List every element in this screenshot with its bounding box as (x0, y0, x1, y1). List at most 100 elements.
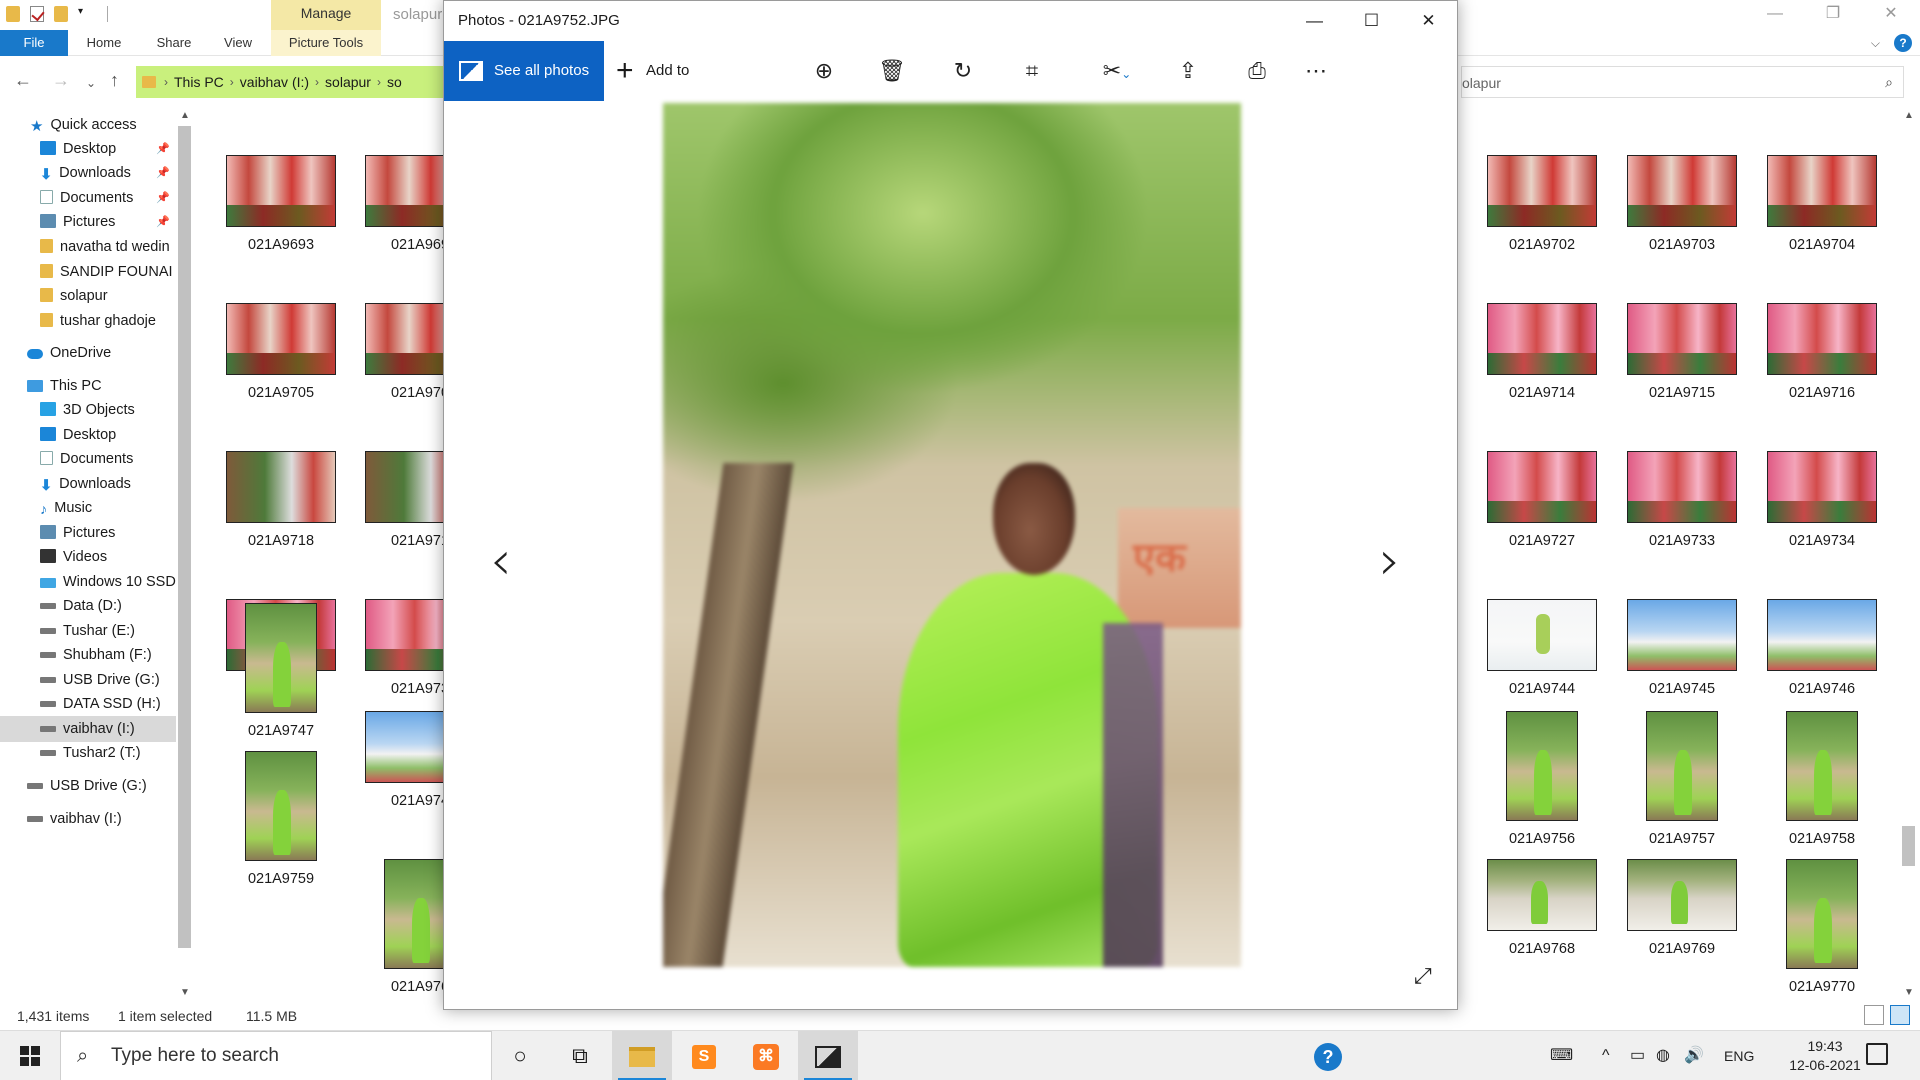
see-all-photos-button[interactable]: See all photos (444, 41, 604, 101)
file-item[interactable]: 021A9734 (1764, 451, 1880, 549)
sidebar-item[interactable]: Windows 10 SSD (0, 569, 176, 595)
sidebar-item[interactable]: DATA SSD (H:) (0, 691, 176, 717)
taskbar-xampp[interactable]: ⌘ (736, 1031, 796, 1080)
taskbar-photos[interactable] (798, 1031, 858, 1080)
file-item[interactable]: 021A9703 (1624, 155, 1740, 253)
breadcrumb-subfolder[interactable]: so (387, 74, 402, 90)
notifications-icon[interactable] (1866, 1043, 1888, 1065)
file-item[interactable]: 021A9745 (1624, 599, 1740, 697)
tab-view[interactable]: View (212, 30, 264, 56)
large-icons-view-icon[interactable] (1890, 1005, 1910, 1025)
sidebar-item[interactable]: 3D Objects (0, 397, 176, 423)
expand-ribbon-icon[interactable]: ⌵ (1871, 36, 1880, 51)
battery-icon[interactable]: ▭ (1630, 1031, 1645, 1080)
scrollbar-thumb[interactable] (1902, 826, 1915, 866)
breadcrumb-drive[interactable]: vaibhav (I:) (240, 74, 309, 90)
clock[interactable]: 19:43 12-06-2021 (1780, 1037, 1870, 1075)
scroll-up-icon[interactable]: ▲ (1904, 110, 1914, 121)
sidebar-item[interactable]: vaibhav (I:) (0, 806, 176, 832)
breadcrumb-solapur[interactable]: solapur (325, 74, 371, 90)
sidebar-item[interactable]: navatha td wedin (0, 234, 176, 260)
sidebar-item[interactable]: Documents (0, 446, 176, 472)
photo-image[interactable]: एक (663, 103, 1241, 967)
more-options-icon[interactable]: ⋯ (1300, 55, 1332, 87)
maximize-button[interactable]: ☐ (1343, 1, 1400, 41)
file-item[interactable]: 021A9727 (1484, 451, 1600, 549)
file-item[interactable]: 021A9769 (1624, 859, 1740, 957)
sidebar-item[interactable]: Desktop 📌 (0, 136, 176, 162)
sidebar-item[interactable]: Tushar2 (T:) (0, 740, 176, 766)
sidebar-item[interactable]: tushar ghadoje (0, 308, 176, 334)
restore-button[interactable]: ❐ (1804, 0, 1862, 30)
minimize-button[interactable]: — (1746, 0, 1804, 30)
sidebar-item[interactable]: Pictures 📌 (0, 209, 176, 235)
keyboard-icon[interactable]: ⌨ (1550, 1031, 1573, 1080)
new-folder-icon[interactable] (54, 6, 68, 22)
scroll-down-icon[interactable]: ▼ (1904, 987, 1914, 998)
chevron-right-icon[interactable]: › (315, 75, 319, 89)
taskbar-sublime-text[interactable]: S (674, 1031, 734, 1080)
tab-share[interactable]: Share (144, 30, 204, 56)
sidebar-item[interactable]: Tushar (E:) (0, 618, 176, 644)
file-item[interactable]: 021A9770 (1764, 859, 1880, 995)
task-view-icon[interactable]: ⧉ (550, 1031, 610, 1080)
show-hidden-icons-icon[interactable]: ^ (1602, 1031, 1610, 1080)
up-icon[interactable]: ↑ (110, 70, 119, 91)
previous-photo-icon[interactable]: ‹ (490, 529, 512, 592)
scroll-up-icon[interactable]: ▲ (180, 110, 190, 121)
sidebar-item[interactable]: Shubham (F:) (0, 642, 176, 668)
file-item[interactable]: 021A9757 (1624, 711, 1740, 847)
sidebar-item[interactable]: Videos (0, 544, 176, 570)
file-item[interactable]: 021A9693 (223, 155, 339, 253)
next-photo-icon[interactable]: › (1379, 529, 1401, 592)
file-item[interactable]: 021A9704 (1764, 155, 1880, 253)
language-indicator[interactable]: ENG (1724, 1031, 1754, 1080)
add-to-button[interactable]: + Add to (616, 41, 689, 101)
content-scrollbar[interactable]: ▲ ▼ (1900, 108, 1917, 1000)
navigation-scrollbar[interactable]: ▲ ▼ (176, 108, 193, 1000)
sidebar-item[interactable]: This PC (0, 373, 176, 399)
tab-file[interactable]: File (0, 30, 68, 56)
file-item[interactable]: 021A9768 (1484, 859, 1600, 957)
breadcrumb-this-pc[interactable]: This PC (174, 74, 224, 90)
sidebar-item[interactable]: ⬇ Downloads (0, 471, 176, 497)
sidebar-item[interactable]: solapur (0, 283, 176, 309)
file-item[interactable]: 021A9744 (1484, 599, 1600, 697)
tab-home[interactable]: Home (72, 30, 136, 56)
chevron-right-icon[interactable]: › (377, 75, 381, 89)
properties-icon[interactable] (30, 6, 44, 22)
chevron-right-icon[interactable]: › (164, 75, 168, 89)
sidebar-item[interactable]: Data (D:) (0, 593, 176, 619)
get-help-icon[interactable]: ? (1314, 1043, 1342, 1071)
tab-picture-tools[interactable]: Picture Tools (271, 30, 381, 56)
chevron-right-icon[interactable]: › (230, 75, 234, 89)
cortana-icon[interactable]: ○ (490, 1031, 550, 1080)
full-screen-icon[interactable]: ⤢ (1414, 963, 1432, 989)
file-item[interactable]: 021A9715 (1624, 303, 1740, 401)
help-icon[interactable]: ? (1894, 34, 1912, 52)
sidebar-item[interactable]: vaibhav (I:) (0, 716, 176, 742)
print-icon[interactable]: ⎙ (1241, 55, 1273, 87)
sidebar-item[interactable]: ♪ Music (0, 495, 176, 521)
file-item[interactable]: 021A9758 (1764, 711, 1880, 847)
manage-tab[interactable]: Manage (271, 0, 381, 30)
edit-create-icon[interactable]: ✂⌄ (1092, 55, 1142, 87)
search-input[interactable]: olapur ⌕ (1461, 66, 1904, 98)
file-item[interactable]: 021A9733 (1624, 451, 1740, 549)
scrollbar-thumb[interactable] (178, 126, 191, 948)
file-item[interactable]: 021A9747 (223, 603, 339, 739)
zoom-in-icon[interactable]: ⊕ (808, 55, 840, 87)
file-item[interactable]: 021A9759 (223, 751, 339, 887)
customize-toolbar-icon[interactable]: ▾ (78, 6, 83, 22)
file-item[interactable]: 021A9716 (1764, 303, 1880, 401)
volume-icon[interactable]: 🔊 (1684, 1031, 1704, 1080)
file-item[interactable]: 021A9746 (1764, 599, 1880, 697)
recent-locations-icon[interactable]: ⌄ (86, 76, 96, 90)
sidebar-item[interactable]: Pictures (0, 520, 176, 546)
crop-icon[interactable]: ⌗ (1016, 55, 1048, 87)
start-button[interactable] (0, 1031, 60, 1080)
scroll-down-icon[interactable]: ▼ (180, 987, 190, 998)
network-icon[interactable]: ◍ (1656, 1031, 1670, 1080)
details-view-icon[interactable] (1864, 1005, 1884, 1025)
share-icon[interactable]: ⇪ (1172, 55, 1204, 87)
